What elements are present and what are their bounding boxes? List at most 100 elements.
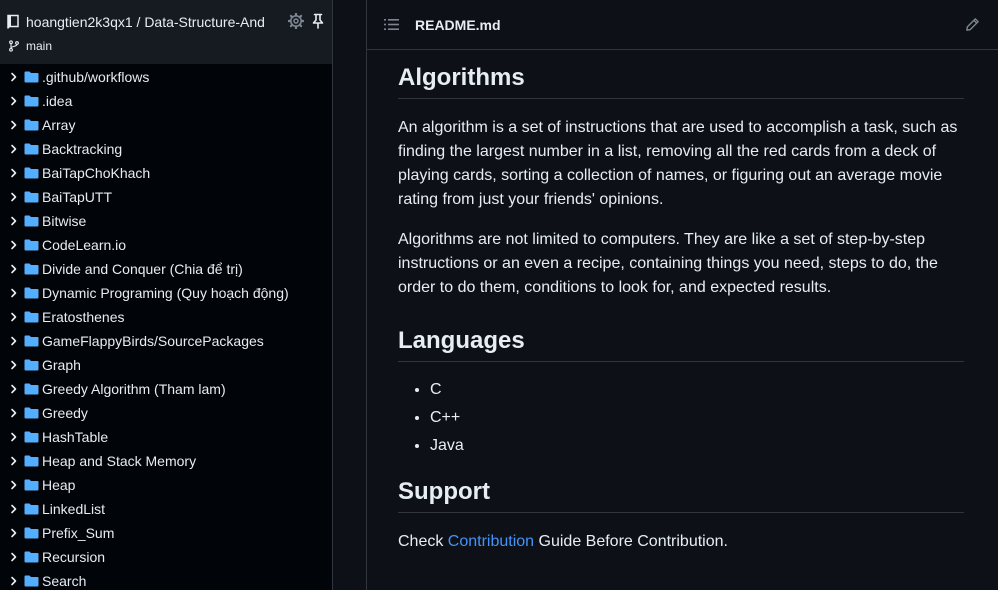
- branch-selector[interactable]: main: [8, 37, 52, 55]
- tree-item-label: Divide and Conquer (Chia để trị): [42, 261, 243, 277]
- tree-item-folder[interactable]: Eratosthenes: [0, 305, 332, 329]
- chevron-right-icon[interactable]: [9, 192, 19, 202]
- tree-item-label: Prefix_Sum: [42, 525, 115, 541]
- tree-item-folder[interactable]: Divide and Conquer (Chia để trị): [0, 257, 332, 281]
- tree-item-label: Array: [42, 117, 76, 133]
- tree-item-label: Bitwise: [42, 213, 87, 229]
- tree-item-label: .github/workflows: [42, 69, 150, 85]
- tree-item-folder[interactable]: Search: [0, 569, 332, 590]
- algorithms-heading: Algorithms: [398, 64, 964, 99]
- folder-icon: [24, 359, 39, 371]
- chevron-right-icon[interactable]: [9, 144, 19, 154]
- tree-item-folder[interactable]: Dynamic Programing (Quy hoạch động): [0, 281, 332, 305]
- pencil-icon[interactable]: [965, 17, 980, 32]
- folder-icon: [24, 575, 39, 587]
- tree-item-folder[interactable]: Heap and Stack Memory: [0, 449, 332, 473]
- outline-list-icon[interactable]: [384, 18, 399, 31]
- tree-item-folder[interactable]: Greedy: [0, 401, 332, 425]
- tree-item-folder[interactable]: Prefix_Sum: [0, 521, 332, 545]
- chevron-right-icon[interactable]: [9, 480, 19, 490]
- tree-item-folder[interactable]: Graph: [0, 353, 332, 377]
- folder-icon: [24, 335, 39, 347]
- tree-item-label: Graph: [42, 357, 81, 373]
- folder-icon: [24, 143, 39, 155]
- tree-item-label: Heap and Stack Memory: [42, 453, 197, 469]
- list-item: Java: [430, 434, 964, 458]
- tree-item-folder[interactable]: BaiTapChoKhach: [0, 161, 332, 185]
- contribution-link[interactable]: Contribution: [448, 533, 534, 550]
- repo-icon: [7, 14, 19, 29]
- chevron-right-icon[interactable]: [9, 456, 19, 466]
- folder-icon: [24, 215, 39, 227]
- repo-title[interactable]: hoangtien2k3qx1 / Data-Structure-And: [26, 14, 265, 30]
- chevron-right-icon[interactable]: [9, 72, 19, 82]
- chevron-right-icon[interactable]: [9, 384, 19, 394]
- folder-icon: [24, 311, 39, 323]
- tree-item-label: Dynamic Programing (Quy hoạch động): [42, 285, 289, 301]
- tree-item-label: BaiTapChoKhach: [42, 165, 151, 181]
- tree-item-folder[interactable]: BaiTapUTT: [0, 185, 332, 209]
- tree-item-folder[interactable]: LinkedList: [0, 497, 332, 521]
- tree-item-folder[interactable]: .github/workflows: [0, 65, 332, 89]
- chevron-right-icon[interactable]: [9, 552, 19, 562]
- tree-item-folder[interactable]: Bitwise: [0, 209, 332, 233]
- chevron-right-icon[interactable]: [9, 576, 19, 586]
- chevron-right-icon[interactable]: [9, 264, 19, 274]
- chevron-right-icon[interactable]: [9, 528, 19, 538]
- chevron-right-icon[interactable]: [9, 96, 19, 106]
- support-suffix: Guide Before Contribution.: [534, 533, 728, 550]
- folder-icon: [24, 479, 39, 491]
- support-prefix: Check: [398, 533, 448, 550]
- list-item: C++: [430, 406, 964, 430]
- tree-item-folder[interactable]: GameFlappyBirds/SourcePackages: [0, 329, 332, 353]
- chevron-right-icon[interactable]: [9, 240, 19, 250]
- tree-item-label: Backtracking: [42, 141, 123, 157]
- sidebar-header: hoangtien2k3qx1 / Data-Structure-And mai…: [0, 0, 332, 64]
- gear-icon[interactable]: [288, 13, 304, 29]
- sidebar-divider[interactable]: [332, 0, 333, 590]
- pin-icon[interactable]: [310, 13, 326, 29]
- tree-item-label: Search: [42, 573, 87, 589]
- algorithms-paragraph-1: An algorithm is a set of instructions th…: [398, 119, 958, 208]
- tree-item-label: Heap: [42, 477, 76, 493]
- algorithms-paragraph-2: Algorithms are not limited to computers.…: [398, 231, 938, 296]
- chevron-right-icon[interactable]: [9, 432, 19, 442]
- tree-item-folder[interactable]: HashTable: [0, 425, 332, 449]
- chevron-right-icon[interactable]: [9, 168, 19, 178]
- tree-item-label: Recursion: [42, 549, 106, 565]
- chevron-right-icon[interactable]: [9, 408, 19, 418]
- tree-item-folder[interactable]: Heap: [0, 473, 332, 497]
- tree-item-folder[interactable]: Recursion: [0, 545, 332, 569]
- folder-icon: [24, 287, 39, 299]
- tree-item-folder[interactable]: CodeLearn.io: [0, 233, 332, 257]
- chevron-right-icon[interactable]: [9, 216, 19, 226]
- file-tree-sidebar: hoangtien2k3qx1 / Data-Structure-And mai…: [0, 0, 332, 590]
- chevron-right-icon[interactable]: [9, 120, 19, 130]
- tree-item-label: HashTable: [42, 429, 109, 445]
- folder-icon: [24, 407, 39, 419]
- chevron-right-icon[interactable]: [9, 336, 19, 346]
- chevron-right-icon[interactable]: [9, 312, 19, 322]
- folder-icon: [24, 119, 39, 131]
- chevron-right-icon[interactable]: [9, 360, 19, 370]
- tree-item-folder[interactable]: Backtracking: [0, 137, 332, 161]
- tree-item-folder[interactable]: Array: [0, 113, 332, 137]
- tree-item-folder[interactable]: .idea: [0, 89, 332, 113]
- file-title: README.md: [415, 17, 501, 33]
- folder-icon: [24, 383, 39, 395]
- app-window: hoangtien2k3qx1 / Data-Structure-And mai…: [0, 0, 998, 590]
- file-tree: .github/workflows .idea Array Backtracking B…: [0, 65, 332, 590]
- languages-heading: Languages: [398, 327, 964, 362]
- repo-link[interactable]: hoangtien2k3qx1 / Data-Structure-And: [6, 12, 265, 32]
- folder-icon: [24, 71, 39, 83]
- tree-item-folder[interactable]: Greedy Algorithm (Tham lam): [0, 377, 332, 401]
- chevron-right-icon[interactable]: [9, 504, 19, 514]
- folder-icon: [24, 239, 39, 251]
- support-paragraph: Check Contribution Guide Before Contribu…: [398, 530, 964, 554]
- folder-icon: [24, 503, 39, 515]
- tree-item-label: Greedy: [42, 405, 88, 421]
- chevron-right-icon[interactable]: [9, 288, 19, 298]
- file-header: README.md: [366, 0, 998, 50]
- folder-icon: [24, 191, 39, 203]
- branch-label[interactable]: main: [26, 39, 52, 53]
